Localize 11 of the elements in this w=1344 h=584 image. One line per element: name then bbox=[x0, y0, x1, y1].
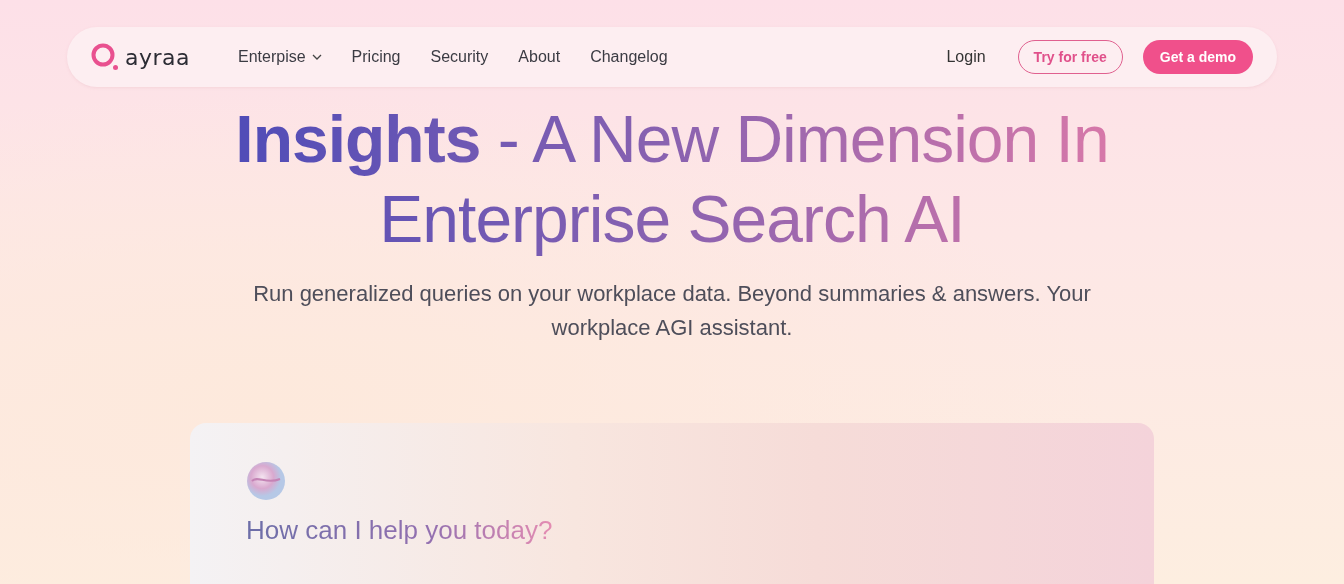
nav-link[interactable]: Changelog bbox=[590, 48, 668, 66]
brand-name[interactable]: ayraa bbox=[125, 44, 190, 70]
nav-link[interactable]: Security bbox=[430, 48, 489, 66]
hero-subtitle: Run generalized queries on your workplace data. Beyond summaries & answers. Your workplace AGI assistant. bbox=[252, 280, 1092, 342]
orb-icon bbox=[246, 461, 286, 501]
chevron-down-icon bbox=[311, 54, 322, 60]
nav-link[interactable]: Enterpise bbox=[238, 48, 322, 66]
login-link[interactable]: Login bbox=[946, 48, 986, 66]
logo-icon[interactable] bbox=[91, 43, 119, 71]
nav-link[interactable]: About bbox=[518, 48, 561, 66]
nav-link[interactable]: Pricing bbox=[351, 48, 401, 66]
